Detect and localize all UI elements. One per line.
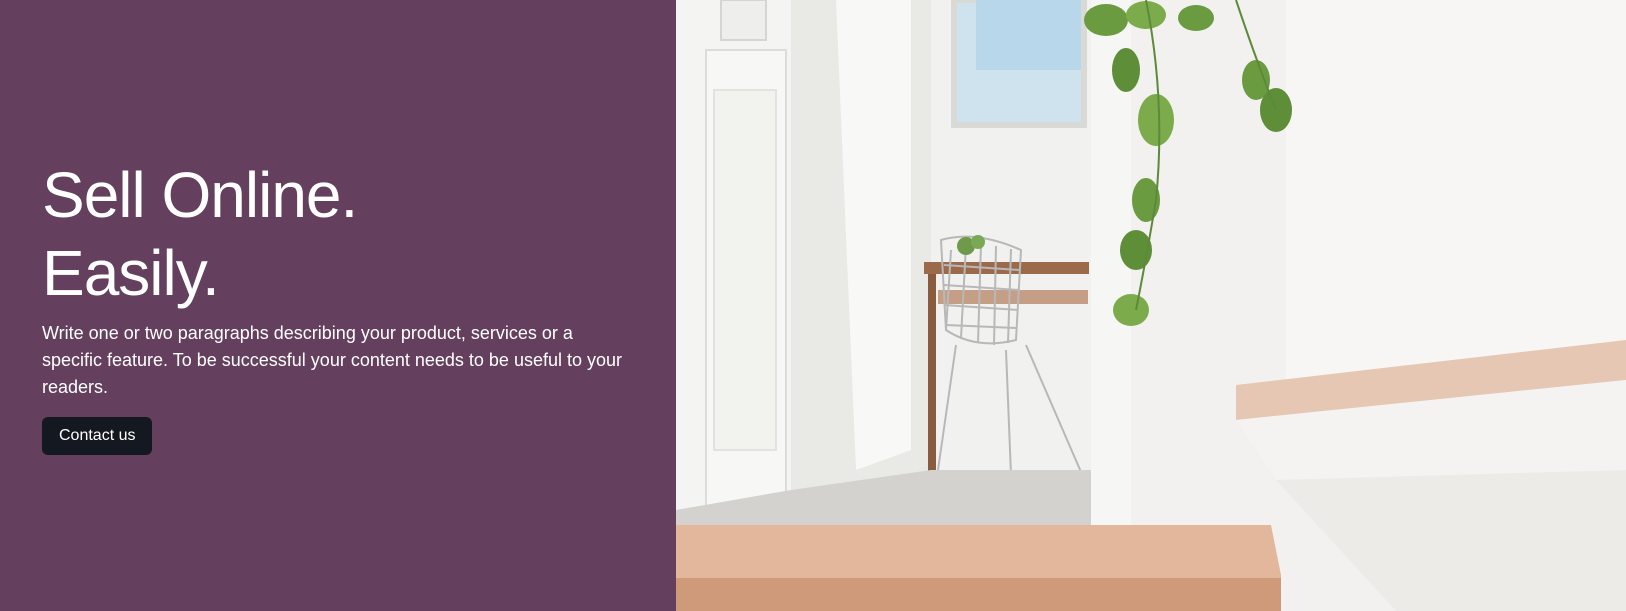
interior-photo-illustration [676,0,1626,611]
hero-paragraph: Write one or two paragraphs describing y… [42,323,623,397]
hero-section: Sell Online. Easily. Write one or two pa… [0,0,1626,611]
hero-content: Sell Online. Easily. Write one or two pa… [42,156,642,455]
hero-text-panel: Sell Online. Easily. Write one or two pa… [0,0,676,611]
headline-line-2: Easily. [42,237,220,309]
hero-headline: Sell Online. Easily. [42,156,642,312]
headline-line-1: Sell Online. [42,159,358,231]
contact-us-button[interactable]: Contact us [42,417,153,455]
hero-image [676,0,1626,611]
